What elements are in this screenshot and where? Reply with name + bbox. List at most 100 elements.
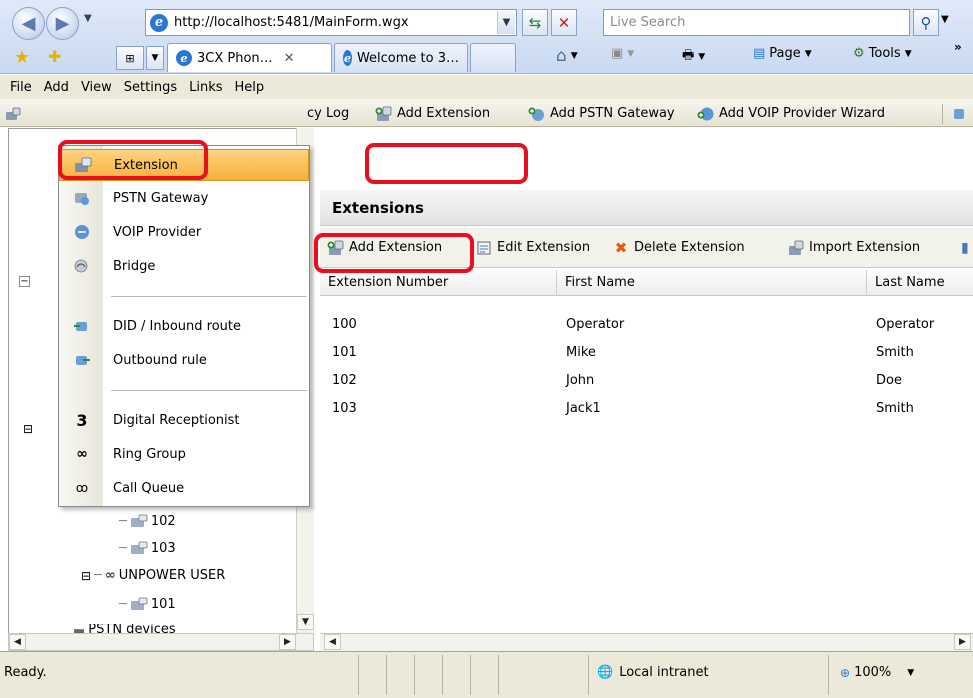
new-tab-button[interactable] [470, 43, 516, 72]
refresh-button[interactable]: ⇆ [522, 9, 548, 36]
forward-button[interactable]: ▶ [46, 7, 79, 40]
pstn-gateway-icon [528, 106, 546, 122]
tree-branch: ─ [119, 596, 127, 612]
more-commands-icon[interactable]: » [954, 40, 962, 54]
back-button[interactable]: ◀ [12, 7, 45, 40]
tree-item-103[interactable]: ─ 103 [119, 540, 176, 556]
extension-icon [4, 106, 22, 122]
search-options-icon[interactable]: ▼ [941, 14, 949, 25]
tree-horizontal-scrollbar[interactable]: ◀ ▶ [8, 633, 314, 651]
pstn-device-icon: ▬ [73, 624, 86, 633]
toolbar-overflow-item[interactable] [950, 103, 968, 124]
menu-item-bridge[interactable]: Bridge [59, 250, 309, 282]
edit-extension-button[interactable]: Edit Extension [475, 237, 590, 258]
toolbar-first-item[interactable] [4, 103, 22, 124]
extension-icon [130, 513, 148, 529]
activity-log-label: cy Log [307, 106, 350, 121]
page-menu[interactable]: ▤ Page ▼ [753, 46, 812, 61]
home-button[interactable]: ⌂ ▼ [556, 46, 578, 66]
live-search-input[interactable]: Live Search [603, 9, 910, 36]
route-icon [950, 106, 968, 122]
zoom-label: 100% [854, 665, 892, 680]
scroll-left-icon[interactable]: ◀ [9, 634, 26, 650]
callout-toolbar-add-extension [365, 143, 528, 184]
cell-last-name: Operator [876, 317, 935, 332]
column-first-name[interactable]: First Name [557, 270, 867, 296]
print-button[interactable]: 🖶 ▼ [682, 46, 705, 68]
menu-item-pstn-gateway[interactable]: PSTN Gateway [59, 182, 309, 214]
menu-add[interactable]: Add [38, 80, 75, 95]
callout-add-extension-button [314, 233, 474, 273]
cell-extension-number: 101 [332, 345, 357, 360]
add-favorites-icon[interactable]: ✚ [48, 47, 61, 66]
menu-item-digital-receptionist[interactable]: 3 Digital Receptionist [59, 404, 309, 436]
grid-horizontal-scrollbar[interactable]: ◀ ▶ [320, 633, 973, 651]
toolbar-add-pstn-button[interactable]: Add PSTN Gateway [528, 103, 675, 124]
page-menu-label: Page [769, 46, 801, 61]
menu-item-outbound-rule[interactable]: Outbound rule [59, 344, 309, 376]
tree-expander-extensions[interactable]: ⊟ [23, 422, 33, 436]
outbound-rule-icon [73, 352, 91, 368]
ie-page-icon: e [150, 13, 168, 32]
add-menu-dropdown: Extension PSTN Gateway VOIP Provider Bri… [58, 145, 310, 507]
scroll-right-icon[interactable]: ▶ [279, 634, 296, 650]
table-row[interactable]: 100 Operator Operator [320, 310, 973, 338]
status-bar: Ready. 🌐 Local intranet ⊕ 100% ▼ [0, 651, 973, 698]
menu-item-call-queue[interactable]: ꝏ Call Queue [59, 472, 309, 504]
import-extension-button[interactable]: Import Extension [787, 237, 920, 258]
scroll-right-icon[interactable]: ▶ [954, 634, 971, 650]
cell-last-name: Smith [876, 401, 914, 416]
menu-item-label: VOIP Provider [113, 224, 202, 240]
menu-file[interactable]: File [4, 80, 38, 95]
menu-item-ring-group[interactable]: ∞ Ring Group [59, 438, 309, 470]
tab-list-button[interactable]: ▼ [146, 46, 164, 70]
stop-button[interactable]: ✕ [551, 9, 577, 36]
app-menubar: File Add View Settings Links Help [0, 75, 973, 99]
security-zone[interactable]: 🌐 Local intranet [597, 665, 709, 680]
scroll-down-icon[interactable]: ▼ [297, 614, 314, 630]
import-extension-label: Import Extension [809, 240, 921, 255]
menu-view[interactable]: View [75, 80, 118, 95]
tree-item-pstn-devices[interactable]: ▬ PSTN devices [73, 624, 176, 633]
scroll-left-icon[interactable]: ◀ [324, 634, 341, 650]
add-voip-wizard-label: Add VOIP Provider Wizard [719, 106, 885, 121]
menu-item-label: Bridge [113, 258, 156, 274]
favorites-star-icon[interactable]: ★ [14, 47, 30, 68]
zoom-control[interactable]: ⊕ 100% ▼ [840, 665, 914, 680]
table-row[interactable]: 103 Jack1 Smith [320, 394, 973, 422]
history-dropdown-icon[interactable]: ▼ [84, 13, 92, 24]
quick-tabs-button[interactable]: ⊞ [116, 46, 144, 70]
call-queue-icon: ꝏ [75, 481, 89, 495]
tree-item-label: UNPOWER USER [118, 568, 226, 583]
address-dropdown-icon[interactable]: ▼ [497, 11, 515, 34]
tree-expander-root[interactable]: − [19, 276, 30, 287]
menu-separator [111, 390, 307, 391]
menu-links[interactable]: Links [183, 80, 228, 95]
toolbar-separator [942, 104, 943, 124]
tree-item-101[interactable]: ─ 101 [119, 596, 176, 612]
menu-settings[interactable]: Settings [118, 80, 183, 95]
tree-item-102[interactable]: ─ 102 [119, 513, 176, 529]
table-row[interactable]: 102 John Doe [320, 366, 973, 394]
close-tab-icon[interactable]: ✕ [284, 51, 295, 66]
menu-item-voip-provider[interactable]: VOIP Provider [59, 216, 309, 248]
toolbar-activity-log[interactable]: cy Log [307, 103, 349, 124]
search-button[interactable]: ⚲ [913, 9, 939, 36]
toolbar-add-extension-button[interactable]: Add Extension [375, 103, 490, 124]
column-last-name[interactable]: Last Name [867, 270, 973, 296]
menu-item-did-inbound-route[interactable]: DID / Inbound route [59, 310, 309, 342]
tools-menu[interactable]: ⚙ Tools ▼ [853, 46, 912, 61]
address-bar[interactable]: e http://localhost:5481/MainForm.wgx ▼ [145, 9, 517, 36]
tree-item-unpower-user[interactable]: ⊟ ─ ∞ UNPOWER USER [81, 568, 225, 583]
feeds-dropdown-icon: ▼ [627, 48, 635, 59]
delete-extension-button[interactable]: ✖ Delete Extension [612, 237, 745, 258]
toolbar-add-voip-wizard-button[interactable]: Add VOIP Provider Wizard [697, 103, 885, 124]
extensions-toolbar-overflow-icon[interactable]: ▮ [961, 240, 969, 256]
tab-welcome[interactable]: e Welcome to 3… [334, 43, 468, 72]
table-row[interactable]: 101 Mike Smith [320, 338, 973, 366]
status-divider [386, 655, 387, 695]
feeds-button[interactable]: ▣ ▼ [611, 46, 634, 61]
menu-help[interactable]: Help [229, 80, 271, 95]
column-extension-number[interactable]: Extension Number [320, 270, 557, 296]
tab-3cx[interactable]: e 3CX Phon… ✕ [167, 43, 332, 72]
